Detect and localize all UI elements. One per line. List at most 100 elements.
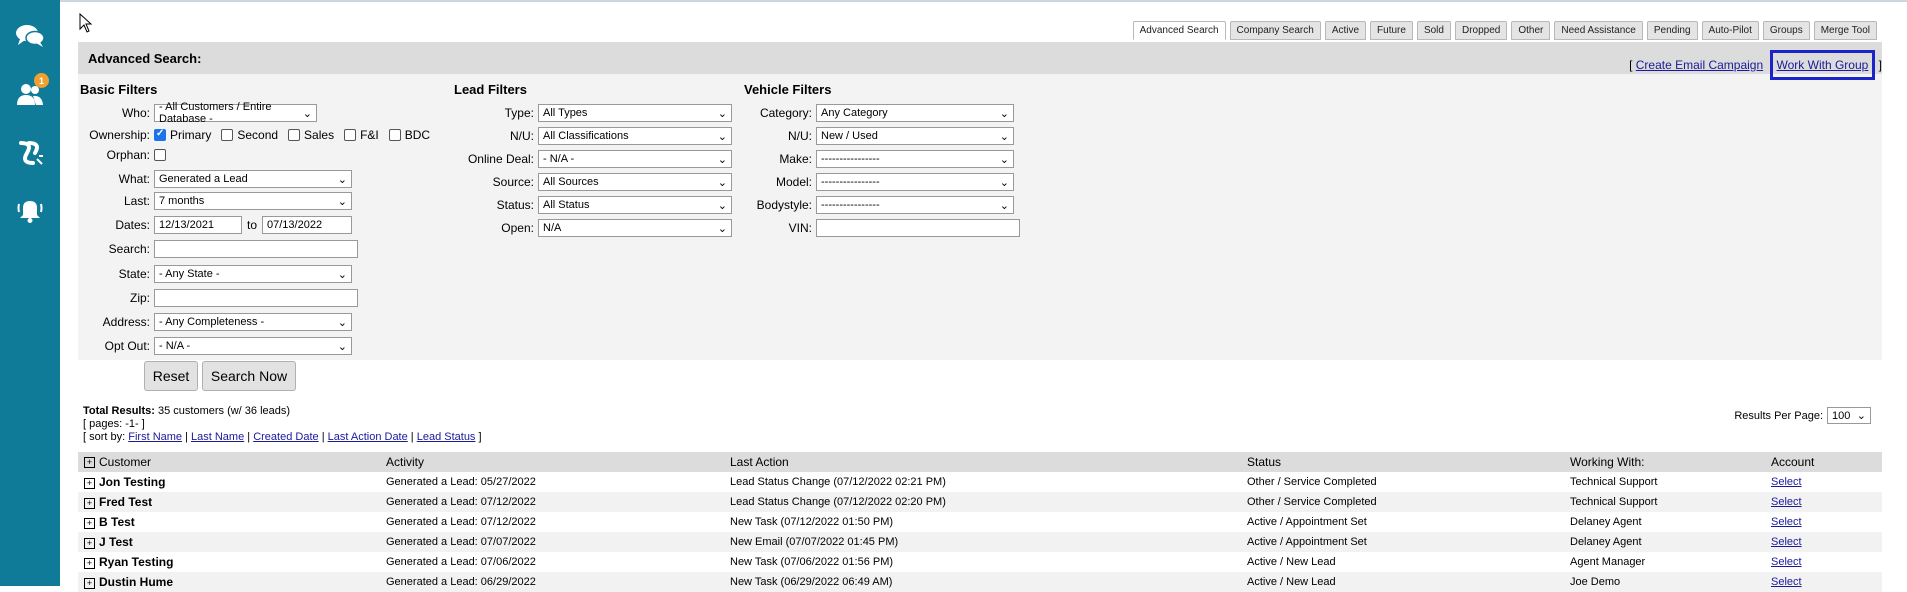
- state-select[interactable]: - Any State - ⌄: [154, 265, 352, 283]
- vin-input[interactable]: [816, 219, 1020, 237]
- with-cell: Joe Demo: [1570, 576, 1621, 588]
- expand-row-icon[interactable]: +: [84, 477, 95, 489]
- tab-need-assistance[interactable]: Need Assistance: [1554, 21, 1643, 40]
- tab-groups[interactable]: Groups: [1762, 21, 1810, 40]
- optout-select[interactable]: - N/A - ⌄: [154, 337, 352, 355]
- sort-first-name-link[interactable]: First Name: [128, 431, 182, 443]
- tab-auto-pilot[interactable]: Auto-Pilot: [1701, 21, 1759, 40]
- customer-name[interactable]: B Test: [99, 515, 135, 529]
- primary-label: Primary: [170, 128, 212, 142]
- tab-advanced-search[interactable]: Advanced Search: [1132, 21, 1226, 40]
- sales-checkbox[interactable]: [288, 129, 301, 141]
- chat-icon[interactable]: [12, 20, 48, 52]
- header-last-action: Last Action: [730, 455, 789, 469]
- make-label: Make:: [779, 152, 812, 166]
- vehicle-nu-select[interactable]: New / Used ⌄: [816, 127, 1014, 145]
- sort-lead-status-link[interactable]: Lead Status: [417, 431, 476, 443]
- expand-row-icon[interactable]: +: [84, 517, 95, 529]
- date-from-input[interactable]: 12/13/2021: [154, 216, 242, 234]
- sort-last-name-link[interactable]: Last Name: [191, 431, 244, 443]
- make-select[interactable]: ---------------- ⌄: [816, 150, 1014, 168]
- type-select[interactable]: All Types ⌄: [538, 104, 732, 122]
- chevron-down-icon: ⌄: [999, 130, 1009, 143]
- fi-checkbox[interactable]: [344, 129, 357, 141]
- customer-name[interactable]: Jon Testing: [99, 475, 165, 489]
- header-customer[interactable]: + Customer: [84, 455, 151, 469]
- category-row: Category: Any Category ⌄: [744, 104, 1014, 122]
- tab-sold[interactable]: Sold: [1416, 21, 1451, 40]
- vin-row: VIN:: [744, 219, 1020, 237]
- lead-nu-select[interactable]: All Classifications ⌄: [538, 127, 732, 145]
- chevron-down-icon: ⌄: [337, 340, 347, 353]
- vehicle-nu-value: New / Used: [821, 130, 878, 142]
- expand-row-icon[interactable]: +: [84, 497, 95, 509]
- orphan-checkbox[interactable]: [154, 149, 166, 161]
- tab-other[interactable]: Other: [1511, 21, 1551, 40]
- last-select[interactable]: 7 months ⌄: [154, 192, 352, 210]
- activity-cell: Generated a Lead: 06/29/2022: [386, 576, 536, 588]
- select-account-link[interactable]: Select: [1771, 556, 1802, 568]
- with-cell: Technical Support: [1570, 496, 1658, 508]
- work-with-group-link[interactable]: Work With Group: [1777, 58, 1869, 72]
- address-select[interactable]: - Any Completeness - ⌄: [154, 313, 352, 331]
- chevron-down-icon: ⌄: [302, 107, 312, 120]
- tab-future[interactable]: Future: [1370, 21, 1413, 40]
- tab-dropped[interactable]: Dropped: [1454, 21, 1508, 40]
- search-now-button[interactable]: Search Now: [202, 361, 296, 391]
- model-select[interactable]: ---------------- ⌄: [816, 173, 1014, 191]
- tab-pending[interactable]: Pending: [1646, 21, 1698, 40]
- link-icon[interactable]: [12, 137, 48, 169]
- date-to-input[interactable]: 07/13/2022: [262, 216, 353, 234]
- online-deal-select[interactable]: - N/A - ⌄: [538, 150, 732, 168]
- zip-input[interactable]: [154, 289, 358, 307]
- results-per-page-select[interactable]: 100 ⌄: [1827, 407, 1871, 424]
- optout-label: Opt Out:: [104, 339, 150, 353]
- customer-name[interactable]: Ryan Testing: [99, 555, 173, 569]
- reset-button[interactable]: Reset: [144, 361, 198, 391]
- select-account-link[interactable]: Select: [1771, 496, 1802, 508]
- what-select[interactable]: Generated a Lead ⌄: [154, 170, 352, 188]
- open-value: N/A: [543, 222, 562, 234]
- expand-all-icon[interactable]: +: [84, 457, 95, 469]
- users-icon[interactable]: 1: [12, 73, 49, 110]
- tab-active[interactable]: Active: [1324, 21, 1367, 40]
- lead-status-select[interactable]: All Status ⌄: [538, 196, 732, 214]
- tab-merge-tool[interactable]: Merge Tool: [1813, 21, 1877, 40]
- type-label: Type:: [504, 106, 534, 120]
- table-row: + Jon Testing Generated a Lead: 05/27/2022…: [78, 472, 1882, 492]
- select-account-link[interactable]: Select: [1771, 516, 1802, 528]
- sort-last-action-date-link[interactable]: Last Action Date: [328, 431, 408, 443]
- primary-checkbox[interactable]: [154, 128, 166, 141]
- second-checkbox[interactable]: [221, 129, 234, 141]
- who-select[interactable]: - All Customers / Entire Database - ⌄: [154, 101, 317, 125]
- select-account-link[interactable]: Select: [1771, 576, 1802, 588]
- source-select[interactable]: All Sources ⌄: [538, 173, 732, 191]
- create-email-campaign-link[interactable]: Create Email Campaign: [1636, 58, 1763, 72]
- customer-name[interactable]: Dustin Hume: [99, 575, 173, 589]
- optout-value: - N/A -: [159, 340, 191, 352]
- sort-created-date-link[interactable]: Created Date: [253, 431, 318, 443]
- expand-row-icon[interactable]: +: [84, 557, 95, 569]
- vehicle-nu-label: N/U:: [788, 129, 812, 143]
- category-select[interactable]: Any Category ⌄: [816, 104, 1014, 122]
- bodystyle-select[interactable]: ---------------- ⌄: [816, 196, 1014, 214]
- bell-icon[interactable]: [12, 194, 48, 226]
- bodystyle-row: Bodystyle: ---------------- ⌄: [744, 196, 1014, 214]
- expand-row-icon[interactable]: +: [84, 537, 95, 549]
- bdc-checkbox[interactable]: [388, 129, 401, 141]
- select-account-link[interactable]: Select: [1771, 476, 1802, 488]
- vehicle-filters-title: Vehicle Filters: [744, 82, 832, 97]
- pages-indicator: [ pages: -1- ]: [83, 418, 145, 430]
- customer-cell: + J Test: [84, 535, 133, 549]
- open-select[interactable]: N/A ⌄: [538, 219, 732, 237]
- select-account-link[interactable]: Select: [1771, 536, 1802, 548]
- with-cell: Delaney Agent: [1570, 536, 1642, 548]
- search-input[interactable]: [154, 240, 358, 258]
- table-row: + Fred Test Generated a Lead: 07/12/2022 Le…: [78, 492, 1882, 512]
- customer-name[interactable]: Fred Test: [99, 495, 152, 509]
- table-header: + Customer Activity Last Action Status Wo…: [78, 452, 1882, 472]
- tab-company-search[interactable]: Company Search: [1229, 21, 1321, 40]
- expand-row-icon[interactable]: +: [84, 577, 95, 589]
- customer-name[interactable]: J Test: [99, 535, 133, 549]
- vehicle-nu-row: N/U: New / Used ⌄: [744, 127, 1014, 145]
